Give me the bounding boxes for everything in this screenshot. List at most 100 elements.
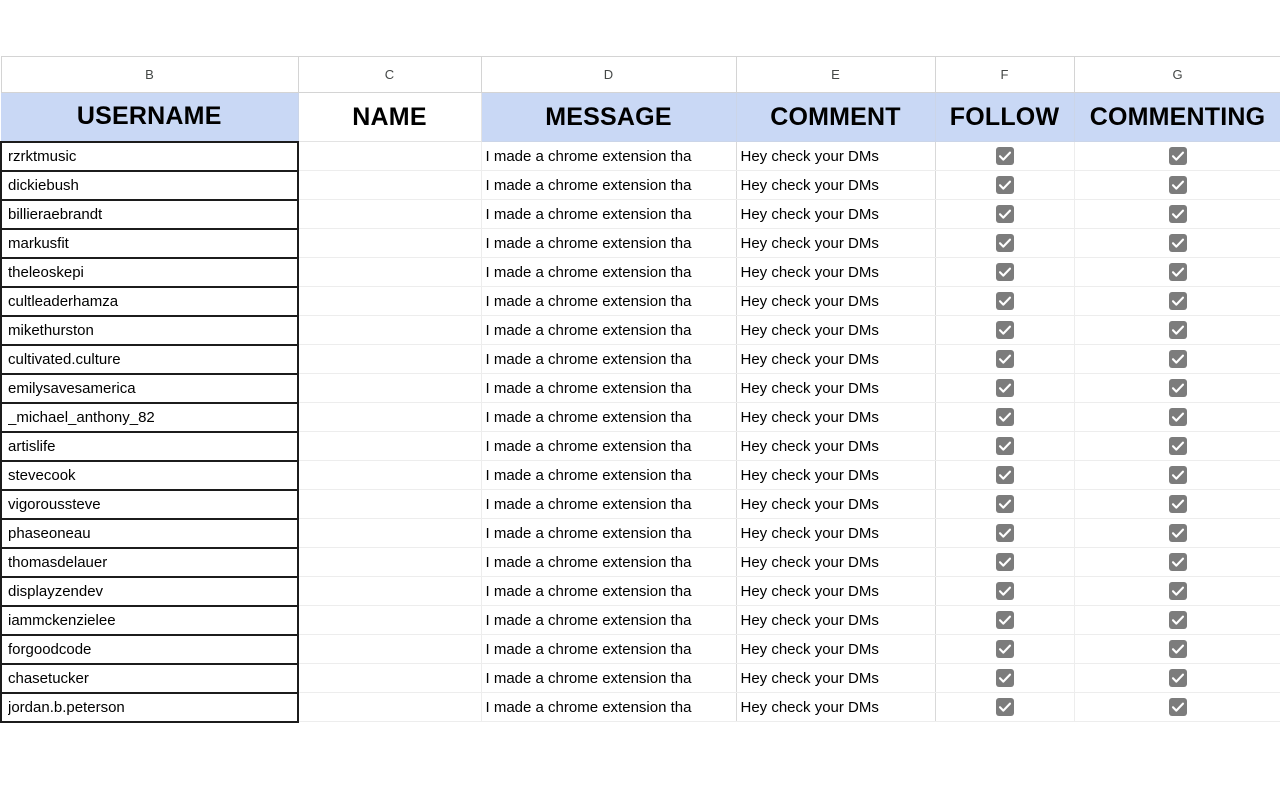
follow-checkbox[interactable] (995, 640, 1014, 659)
table-row[interactable]: displayzendev I made a chrome extension t… (0, 575, 1280, 607)
cell-comment[interactable]: Hey check your DMs (736, 547, 936, 577)
cell-commenting[interactable] (1074, 402, 1280, 432)
cell-username[interactable]: forgoodcode (0, 633, 299, 665)
table-row[interactable]: mikethurston I made a chrome extension th… (0, 314, 1280, 346)
cell-follow[interactable] (934, 605, 1075, 635)
cell-commenting[interactable] (1074, 373, 1280, 403)
cell-comment[interactable]: Hey check your DMs (736, 257, 936, 287)
cell-comment[interactable]: Hey check your DMs (736, 228, 936, 258)
cell-follow[interactable] (934, 199, 1075, 229)
cell-commenting[interactable] (1074, 431, 1280, 461)
commenting-checkbox[interactable] (1168, 292, 1187, 311)
cell-commenting[interactable] (1074, 257, 1280, 287)
follow-checkbox[interactable] (995, 495, 1014, 514)
cell-comment[interactable]: Hey check your DMs (736, 576, 936, 606)
cell-commenting[interactable] (1074, 460, 1280, 490)
commenting-checkbox[interactable] (1168, 437, 1187, 456)
cell-message[interactable]: I made a chrome extension tha (481, 170, 737, 200)
table-row[interactable]: chasetucker I made a chrome extension tha… (0, 662, 1280, 694)
header-follow[interactable]: FOLLOW (935, 92, 1075, 142)
cell-commenting[interactable] (1074, 518, 1280, 548)
cell-commenting[interactable] (1074, 199, 1280, 229)
cell-commenting[interactable] (1074, 286, 1280, 316)
column-letter-b[interactable]: B (0, 56, 299, 93)
cell-username[interactable]: iammckenzielee (0, 604, 299, 636)
commenting-checkbox[interactable] (1168, 147, 1187, 166)
cell-message[interactable]: I made a chrome extension tha (481, 518, 737, 548)
cell-name[interactable] (297, 605, 482, 635)
table-row[interactable]: cultivated.culture I made a chrome extens… (0, 343, 1280, 375)
follow-checkbox[interactable] (995, 524, 1014, 543)
header-message[interactable]: MESSAGE (481, 92, 737, 142)
cell-message[interactable]: I made a chrome extension tha (481, 663, 737, 693)
cell-comment[interactable]: Hey check your DMs (736, 170, 936, 200)
cell-follow[interactable] (934, 344, 1075, 374)
column-letter-d[interactable]: D (481, 56, 737, 93)
commenting-checkbox[interactable] (1168, 698, 1187, 717)
cell-follow[interactable] (934, 431, 1075, 461)
cell-name[interactable] (297, 460, 482, 490)
cell-follow[interactable] (934, 547, 1075, 577)
cell-name[interactable] (297, 286, 482, 316)
cell-name[interactable] (297, 373, 482, 403)
table-row[interactable]: billieraebrandt I made a chrome extension… (0, 198, 1280, 230)
cell-username[interactable]: theleoskepi (0, 256, 299, 288)
cell-name[interactable] (297, 692, 482, 722)
cell-username[interactable]: jordan.b.peterson (0, 691, 299, 723)
cell-commenting[interactable] (1074, 576, 1280, 606)
cell-name[interactable] (297, 547, 482, 577)
follow-checkbox[interactable] (995, 437, 1014, 456)
cell-name[interactable] (297, 257, 482, 287)
column-letter-g[interactable]: G (1074, 56, 1280, 93)
cell-follow[interactable] (934, 460, 1075, 490)
cell-username[interactable]: cultivated.culture (0, 343, 299, 375)
cell-comment[interactable]: Hey check your DMs (736, 605, 936, 635)
table-row[interactable]: emilysavesamerica I made a chrome extensi… (0, 372, 1280, 404)
cell-comment[interactable]: Hey check your DMs (736, 431, 936, 461)
cell-comment[interactable]: Hey check your DMs (736, 518, 936, 548)
cell-commenting[interactable] (1074, 489, 1280, 519)
table-row[interactable]: artislife I made a chrome extension tha He… (0, 430, 1280, 462)
commenting-checkbox[interactable] (1168, 321, 1187, 340)
commenting-checkbox[interactable] (1168, 669, 1187, 688)
cell-username[interactable]: emilysavesamerica (0, 372, 299, 404)
table-row[interactable]: theleoskepi I made a chrome extension tha… (0, 256, 1280, 288)
spreadsheet-grid[interactable]: BCDEFG USERNAME NAME MESSAGE COMMENT FOLLOW C… (0, 56, 1280, 723)
cell-follow[interactable] (934, 170, 1075, 200)
follow-checkbox[interactable] (995, 698, 1014, 717)
table-row[interactable]: _michael_anthony_82 I made a chrome exten… (0, 401, 1280, 433)
header-name[interactable]: NAME (298, 92, 482, 142)
table-row[interactable]: stevecook I made a chrome extension tha He… (0, 459, 1280, 491)
follow-checkbox[interactable] (995, 379, 1014, 398)
cell-message[interactable]: I made a chrome extension tha (481, 402, 737, 432)
follow-checkbox[interactable] (995, 292, 1014, 311)
cell-message[interactable]: I made a chrome extension tha (481, 257, 737, 287)
column-letter-e[interactable]: E (736, 56, 936, 93)
commenting-checkbox[interactable] (1168, 611, 1187, 630)
commenting-checkbox[interactable] (1168, 379, 1187, 398)
cell-username[interactable]: markusfit (0, 227, 299, 259)
cell-name[interactable] (297, 315, 482, 345)
cell-username[interactable]: cultleaderhamza (0, 285, 299, 317)
cell-username[interactable]: mikethurston (0, 314, 299, 346)
cell-message[interactable]: I made a chrome extension tha (481, 141, 737, 171)
table-row[interactable]: forgoodcode I made a chrome extension tha… (0, 633, 1280, 665)
follow-checkbox[interactable] (995, 321, 1014, 340)
cell-username[interactable]: rzrktmusic (0, 140, 299, 172)
commenting-checkbox[interactable] (1168, 263, 1187, 282)
cell-username[interactable]: vigoroussteve (0, 488, 299, 520)
cell-message[interactable]: I made a chrome extension tha (481, 344, 737, 374)
cell-follow[interactable] (934, 286, 1075, 316)
spreadsheet-table[interactable]: BCDEFG USERNAME NAME MESSAGE COMMENT FOLLOW C… (0, 56, 1280, 723)
commenting-checkbox[interactable] (1168, 176, 1187, 195)
follow-checkbox[interactable] (995, 408, 1014, 427)
cell-username[interactable]: _michael_anthony_82 (0, 401, 299, 433)
cell-comment[interactable]: Hey check your DMs (736, 344, 936, 374)
table-row[interactable]: rzrktmusic I made a chrome extension tha H… (0, 140, 1280, 172)
table-row[interactable]: cultleaderhamza I made a chrome extension… (0, 285, 1280, 317)
follow-checkbox[interactable] (995, 176, 1014, 195)
cell-follow[interactable] (934, 692, 1075, 722)
table-row[interactable]: thomasdelauer I made a chrome extension t… (0, 546, 1280, 578)
follow-checkbox[interactable] (995, 553, 1014, 572)
cell-name[interactable] (297, 518, 482, 548)
